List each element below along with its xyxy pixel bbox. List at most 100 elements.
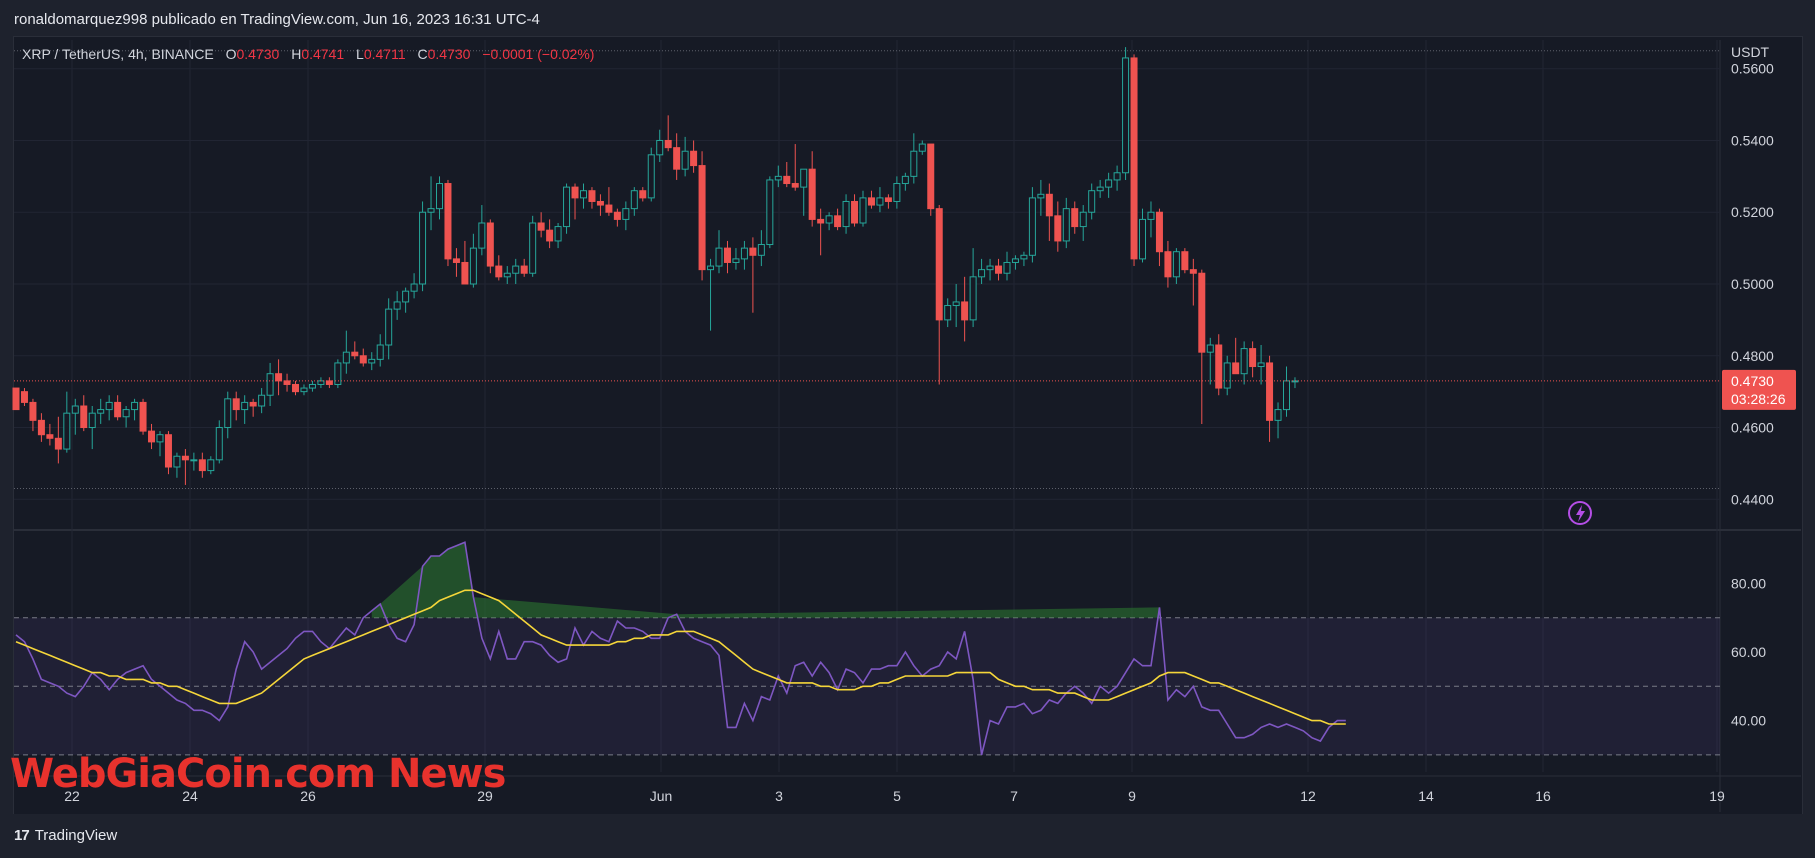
candle-body — [359, 355, 367, 364]
chart-canvas[interactable]: USDT0.5600 0.5400 0.5200 0.5000 0.4800 0.4600… — [0, 0, 1815, 858]
candle — [181, 449, 189, 485]
candle — [190, 452, 198, 471]
candle — [334, 359, 342, 389]
candle-body — [368, 358, 376, 364]
candle — [1130, 54, 1138, 267]
candle — [571, 183, 579, 220]
candle-body — [37, 419, 45, 436]
candle — [54, 416, 62, 464]
candle-body — [935, 208, 943, 321]
candle — [1028, 187, 1036, 263]
candle — [774, 165, 782, 188]
candle — [359, 348, 367, 367]
candle — [1155, 208, 1163, 267]
price-tick-label: 0.5400 — [1731, 132, 1774, 148]
candle — [12, 387, 20, 411]
candle-body — [486, 222, 494, 267]
candle — [969, 248, 977, 328]
candle — [207, 456, 215, 475]
candle-body — [1215, 344, 1223, 389]
candle-body — [825, 215, 833, 224]
candle-body — [139, 401, 147, 432]
candle-body — [20, 391, 28, 403]
candle — [1198, 269, 1206, 424]
candle-body — [791, 183, 799, 188]
rsi-tick-label: 80.00 — [1731, 575, 1766, 591]
candle — [122, 406, 130, 428]
candle-body — [54, 437, 62, 450]
candle-body — [918, 143, 926, 152]
candle-body — [1113, 172, 1121, 181]
candle — [71, 398, 79, 435]
candle — [817, 208, 825, 256]
candle — [563, 183, 571, 234]
candle — [766, 176, 774, 249]
last-price-marker: 0.4730 03:28:26 — [14, 369, 1796, 525]
candle-body — [1155, 211, 1163, 253]
candle — [588, 187, 596, 209]
candle-body — [385, 308, 393, 346]
candle — [681, 136, 689, 177]
candle — [1257, 345, 1265, 385]
candle — [29, 398, 37, 432]
candle — [20, 388, 28, 406]
candle — [1249, 341, 1257, 378]
candle-body — [452, 258, 460, 263]
candle-body — [842, 200, 850, 228]
candle-body — [224, 398, 232, 429]
last-price-value: 0.4730 — [1731, 373, 1774, 389]
candle-body — [266, 373, 274, 396]
candle-body — [1172, 251, 1180, 278]
legend-open-value: 0.4730 — [236, 46, 280, 62]
candle-body — [605, 204, 613, 213]
candle — [1206, 337, 1214, 385]
candle — [1291, 377, 1299, 389]
candle-body — [961, 301, 969, 321]
candle — [1223, 355, 1231, 396]
candle-body — [554, 226, 562, 242]
tradingview-logo[interactable]: 17 TradingView — [14, 826, 117, 846]
candle — [258, 388, 266, 414]
candle — [732, 248, 740, 270]
candle — [317, 377, 325, 389]
candle-body — [817, 218, 825, 224]
candle-body — [512, 265, 520, 274]
candle-body — [503, 272, 511, 278]
candle-body — [723, 247, 731, 263]
candle — [690, 140, 698, 173]
candle — [402, 287, 410, 313]
candle-body — [164, 434, 172, 468]
candle-body — [690, 150, 698, 167]
candle-body — [546, 229, 554, 242]
candle-body — [808, 168, 816, 220]
candle — [1071, 201, 1079, 234]
candle — [1181, 248, 1189, 274]
candle — [495, 255, 503, 281]
candle-body — [469, 247, 477, 285]
candle-body — [927, 143, 935, 210]
candle — [512, 258, 520, 284]
candle — [995, 258, 1003, 281]
candle-body — [1003, 261, 1011, 274]
candle — [469, 233, 477, 288]
candle-body — [215, 427, 223, 461]
time-tick-label: 14 — [1418, 788, 1434, 804]
lightning-icon[interactable] — [1568, 501, 1592, 525]
candle-body — [1062, 208, 1070, 242]
price-tick-label: 0.4400 — [1731, 491, 1774, 507]
last-price-countdown: 03:28:26 — [1731, 391, 1786, 407]
candle-body — [1164, 251, 1172, 278]
candle-body — [884, 197, 892, 202]
candle-body — [325, 380, 333, 385]
candles-layer — [12, 47, 1299, 485]
candle — [1011, 255, 1019, 270]
candle-body — [1257, 362, 1265, 368]
candle — [842, 194, 850, 234]
candle-body — [1122, 57, 1130, 174]
candle-body — [893, 183, 901, 202]
candle — [1266, 355, 1274, 442]
price-tick-label: 0.5200 — [1731, 204, 1774, 220]
candle — [554, 223, 562, 249]
candle — [419, 201, 427, 292]
candle-body — [190, 459, 198, 462]
